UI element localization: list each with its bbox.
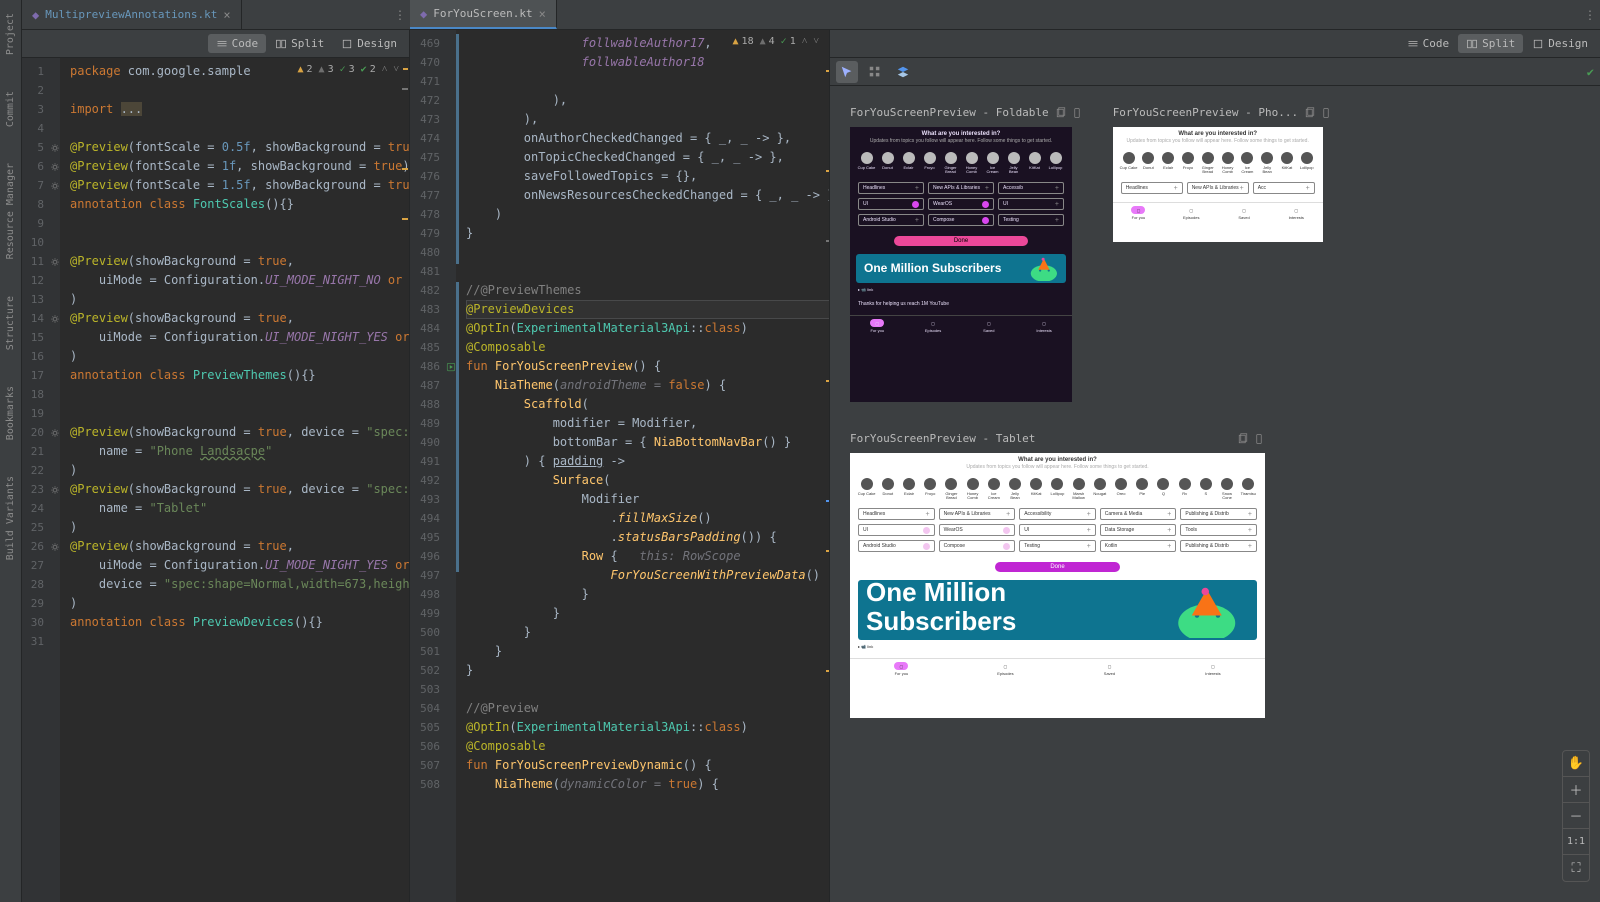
tool-resource-manager[interactable]: Resource Manager xyxy=(5,155,16,267)
tool-structure[interactable]: Structure xyxy=(5,288,16,358)
preview-item-tablet: ForYouScreenPreview - Tablet What are yo… xyxy=(850,432,1580,718)
view-design[interactable]: Design xyxy=(1524,34,1596,53)
preview-title: ForYouScreenPreview - Tablet xyxy=(850,432,1035,445)
toolbar-grid-icon[interactable] xyxy=(864,61,886,83)
device-icon[interactable] xyxy=(1320,107,1332,119)
editor-left: Code Split Design 1234567891011121314151… xyxy=(22,30,410,902)
view-split[interactable]: Split xyxy=(1458,34,1523,53)
view-code[interactable]: Code xyxy=(1399,34,1458,53)
device-icon[interactable] xyxy=(1071,107,1083,119)
code[interactable]: package com.google.sample import ... @Pr… xyxy=(60,58,409,902)
preview-item-foldable: ForYouScreenPreview - Foldable What are … xyxy=(850,106,1083,402)
preview-pane: Code Split Design ✔ ForYouScreenPreview … xyxy=(830,30,1600,902)
zoom-fit-button[interactable]: ⛶ xyxy=(1563,855,1589,881)
preview-canvas[interactable]: What are you interested in? Updates from… xyxy=(850,453,1265,718)
preview-canvas[interactable]: What are you interested in? Updates from… xyxy=(850,127,1072,402)
code-area-left[interactable]: 1234567891011121314151617181920212223242… xyxy=(22,58,409,902)
view-design[interactable]: Design xyxy=(333,34,405,53)
view-split[interactable]: Split xyxy=(267,34,332,53)
device-icon[interactable] xyxy=(1253,433,1265,445)
close-icon[interactable]: × xyxy=(223,8,230,22)
tool-window-bar-left: Project Commit Resource Manager Structur… xyxy=(0,0,22,902)
view-switch-right: Code Split Design xyxy=(830,30,1600,58)
tab-multipreview[interactable]: ◆ MultipreviewAnnotations.kt × xyxy=(22,0,242,29)
kotlin-file-icon: ◆ xyxy=(32,8,39,22)
tabs-more-icon[interactable]: ⋮ xyxy=(1580,0,1600,29)
preview-item-phone: ForYouScreenPreview - Pho... What are yo… xyxy=(1113,106,1332,402)
preview-toolbar: ✔ xyxy=(830,58,1600,86)
tab-label: ForYouScreen.kt xyxy=(433,7,532,20)
kotlin-file-icon: ◆ xyxy=(420,7,427,21)
tool-commit[interactable]: Commit xyxy=(5,83,16,135)
preview-title: ForYouScreenPreview - Foldable xyxy=(850,106,1049,119)
copy-icon[interactable] xyxy=(1055,107,1067,119)
view-switch-left: Code Split Design xyxy=(22,30,409,58)
gutter: 1234567891011121314151617181920212223242… xyxy=(22,58,50,902)
inspections-widget[interactable]: ▲18 ▲4 ✓1 ˄˅ xyxy=(729,34,823,49)
zoom-controls: ✋ ＋ － 1:1 ⛶ xyxy=(1562,750,1590,882)
code-area-middle[interactable]: 4694704714724734744754764774784794804814… xyxy=(410,30,829,902)
gutter-icons xyxy=(446,30,456,902)
close-icon[interactable]: × xyxy=(539,7,546,21)
gutter-icons xyxy=(50,58,60,902)
status-ok-icon: ✔ xyxy=(1587,65,1594,79)
toolbar-layers-icon[interactable] xyxy=(892,61,914,83)
preview-surface[interactable]: ForYouScreenPreview - Foldable What are … xyxy=(830,86,1600,902)
zoom-in-button[interactable]: ＋ xyxy=(1563,777,1589,803)
toolbar-pan-icon[interactable] xyxy=(836,61,858,83)
tool-bookmarks[interactable]: Bookmarks xyxy=(5,378,16,448)
copy-icon[interactable] xyxy=(1304,107,1316,119)
preview-canvas[interactable]: What are you interested in? Updates from… xyxy=(1113,127,1323,242)
tabs-more-icon[interactable]: ⋮ xyxy=(390,0,410,29)
editor-tabs-row: ◆ MultipreviewAnnotations.kt × ⋮ ◆ ForYo… xyxy=(22,0,1600,30)
zoom-11-button[interactable]: 1:1 xyxy=(1563,829,1589,855)
gutter: 4694704714724734744754764774784794804814… xyxy=(410,30,446,902)
editor-middle: 4694704714724734744754764774784794804814… xyxy=(410,30,830,902)
zoom-out-button[interactable]: － xyxy=(1563,803,1589,829)
copy-icon[interactable] xyxy=(1237,433,1249,445)
pan-hand-icon[interactable]: ✋ xyxy=(1563,751,1589,777)
preview-title: ForYouScreenPreview - Pho... xyxy=(1113,106,1298,119)
tool-build-variants[interactable]: Build Variants xyxy=(5,468,16,568)
view-code[interactable]: Code xyxy=(208,34,267,53)
code[interactable]: follwableAuthor17, follwableAuthor18 ), … xyxy=(456,30,829,902)
tab-foryouscreen[interactable]: ◆ ForYouScreen.kt × xyxy=(410,0,557,29)
tool-project[interactable]: Project xyxy=(5,5,16,63)
inspections-widget[interactable]: ▲2 ▲3 ✓3 ✔2 ˄˅ xyxy=(293,62,403,77)
tab-label: MultipreviewAnnotations.kt xyxy=(45,8,217,21)
